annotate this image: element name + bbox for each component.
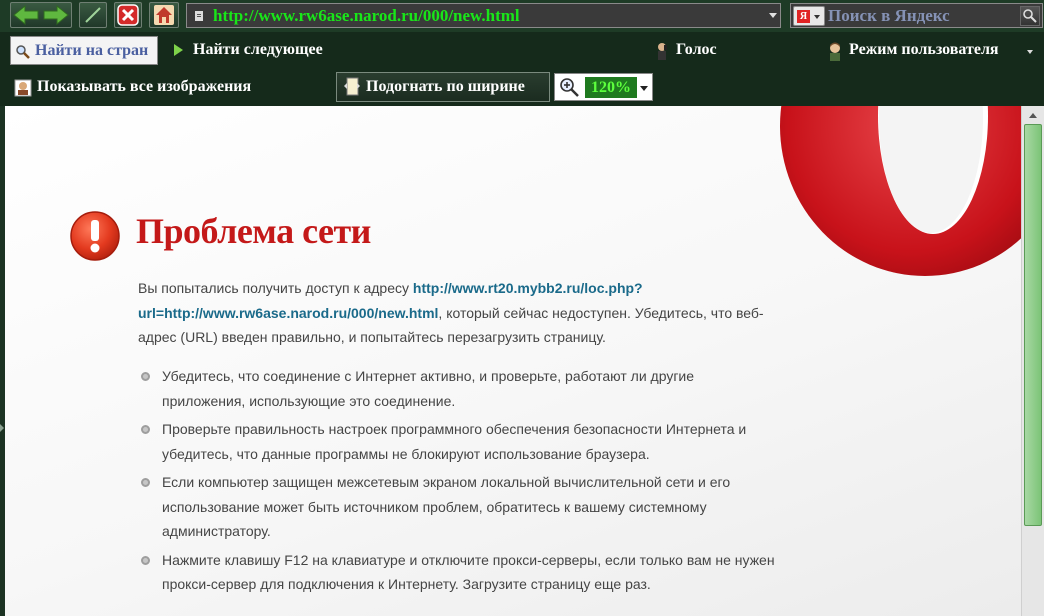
zoom-control[interactable]: 120% <box>554 73 653 101</box>
address-bar[interactable]: http://www.rw6ase.narod.ru/000/new.html <box>186 3 781 28</box>
pencil-icon <box>85 7 101 23</box>
search-input[interactable]: Поиск в Яндекс <box>828 6 950 26</box>
view-toolbar: Показывать все изображения Подогнать по … <box>0 70 1044 106</box>
opera-logo <box>780 106 1021 276</box>
page-icon <box>195 11 203 21</box>
bullet-icon <box>141 425 150 434</box>
voice-icon <box>658 43 667 60</box>
voice-button[interactable]: Голос <box>654 40 734 64</box>
yandex-icon: Я <box>797 10 810 23</box>
search-icon <box>16 45 30 59</box>
scrollbar-thumb[interactable] <box>1024 124 1042 526</box>
zoom-icon <box>560 78 579 97</box>
bullet-icon <box>141 555 150 565</box>
zoom-value[interactable]: 120% <box>585 77 637 98</box>
exclamation-icon <box>70 211 120 261</box>
image-icon <box>14 79 32 97</box>
bullet-icon <box>141 372 150 381</box>
list-item: Проверьте правильность настроек программ… <box>138 417 778 466</box>
list-item: Нажмите клавишу F12 на клавиатуре и откл… <box>138 548 778 597</box>
back-forward-group <box>10 2 72 28</box>
list-item-text: Если компьютер защищен межсетевым экрано… <box>162 474 731 539</box>
home-icon <box>154 5 174 25</box>
list-item-text: Убедитесь, что соединение с Интернет акт… <box>162 368 695 409</box>
arrow-right-icon <box>43 4 69 26</box>
chevron-down-icon[interactable] <box>640 86 648 91</box>
fit-to-width-label: Подогнать по ширине <box>366 78 525 95</box>
voice-label: Голос <box>676 41 717 58</box>
user-mode-button[interactable]: Режим пользователя <box>826 40 1038 64</box>
page-icon <box>344 77 360 96</box>
arrow-left-icon[interactable] <box>11 4 71 26</box>
scroll-up-button[interactable] <box>1025 109 1042 123</box>
page-content: Проблема сети Вы попытались получить дос… <box>5 106 1021 616</box>
find-next-button[interactable]: Найти следующее <box>172 41 342 63</box>
list-item: Если компьютер защищен межсетевым экрано… <box>138 470 778 544</box>
chevron-right-icon <box>0 424 4 432</box>
list-item: Убедитесь, что соединение с Интернет акт… <box>138 364 778 413</box>
bullet-icon <box>141 478 150 487</box>
error-description: Вы попытались получить доступ к адресу h… <box>138 276 778 350</box>
address-text[interactable]: http://www.rw6ase.narod.ru/000/new.html <box>213 6 520 26</box>
find-input[interactable]: Найти на стран <box>35 42 148 60</box>
home-button[interactable] <box>149 2 179 28</box>
search-engine-selector[interactable]: Я <box>793 6 825 26</box>
chevron-down-icon <box>1027 50 1033 54</box>
show-images-button[interactable]: Показывать все изображения <box>14 77 284 101</box>
search-button[interactable] <box>1020 6 1040 26</box>
edit-button[interactable] <box>79 2 107 28</box>
chevron-down-icon[interactable] <box>769 13 777 18</box>
stop-button[interactable] <box>114 2 142 28</box>
main-toolbar: http://www.rw6ase.narod.ru/000/new.html … <box>0 0 1044 32</box>
find-in-page-field[interactable]: Найти на стран <box>10 36 158 65</box>
vertical-scrollbar[interactable] <box>1021 106 1044 616</box>
search-icon <box>1023 9 1037 23</box>
play-icon <box>174 44 183 56</box>
fit-to-width-button[interactable]: Подогнать по ширине <box>336 72 550 102</box>
chevron-down-icon <box>814 15 820 19</box>
list-item-text: Нажмите клавишу F12 на клавиатуре и откл… <box>162 551 775 593</box>
troubleshooting-list: Убедитесь, что соединение с Интернет акт… <box>138 364 778 601</box>
user-mode-label: Режим пользователя <box>849 41 999 58</box>
close-icon <box>117 4 139 26</box>
error-title: Проблема сети <box>136 211 371 251</box>
show-images-label: Показывать все изображения <box>37 78 252 95</box>
find-next-label: Найти следующее <box>193 41 323 58</box>
secondary-toolbar: Найти на стран Найти следующее Голос Реж… <box>0 32 1044 70</box>
search-bar[interactable]: Я Поиск в Яндекс <box>790 3 1043 28</box>
list-item-text: Проверьте правильность настроек программ… <box>162 421 747 462</box>
user-icon <box>830 42 840 61</box>
intro-text: Вы попытались получить доступ к адресу <box>138 280 413 296</box>
